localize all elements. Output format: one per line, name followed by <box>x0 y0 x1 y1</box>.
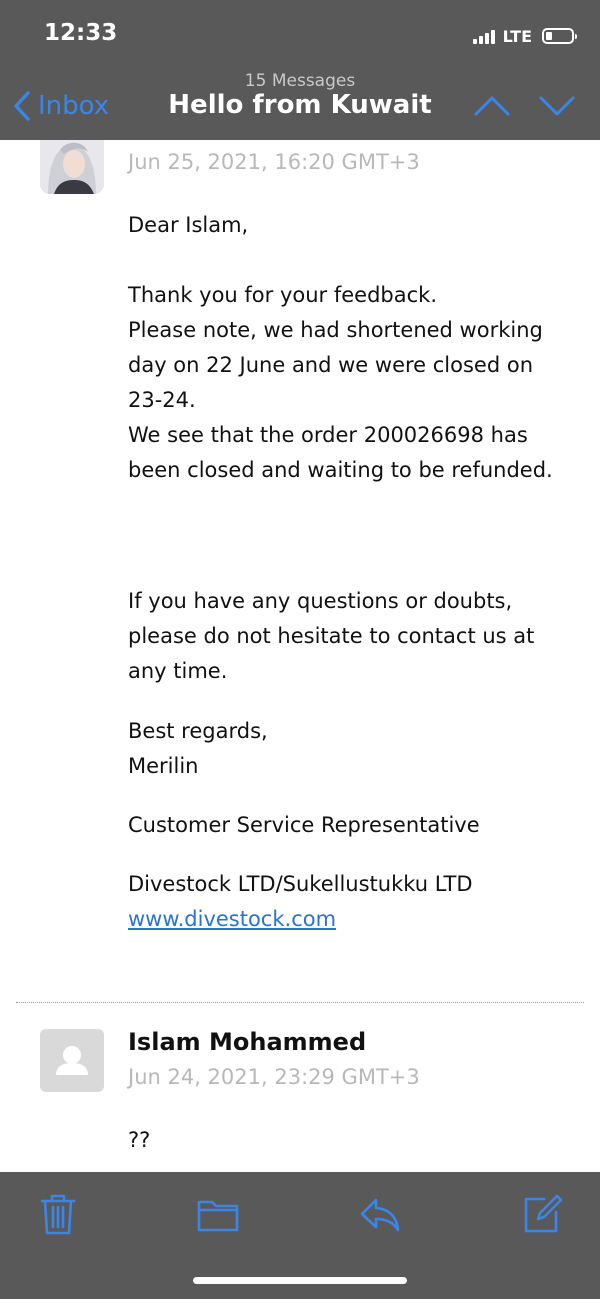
battery-icon <box>542 28 577 44</box>
trash-icon[interactable] <box>34 1190 82 1238</box>
message-date: Jun 25, 2021, 16:20 GMT+3 <box>128 150 420 174</box>
next-message-button[interactable] <box>537 90 577 122</box>
folder-icon[interactable] <box>194 1190 242 1238</box>
compose-icon[interactable] <box>518 1190 566 1238</box>
body-line: Thank you for your feedback. <box>128 283 438 307</box>
body-line: please do not hesitate to contact us at <box>128 624 535 648</box>
message-body: ?? <box>128 1123 588 1158</box>
website-link[interactable]: www.divestock.com <box>128 907 336 931</box>
message-count: 15 Messages <box>244 71 356 91</box>
body-line: Please note, we had shortened working <box>128 318 543 342</box>
sender-avatar-placeholder <box>40 1029 104 1092</box>
signature-block: Best regards, Merilin <box>128 714 588 784</box>
sender-name: Islam Mohammed <box>128 1028 367 1056</box>
signature-title: Customer Service Representative <box>128 808 588 843</box>
body-line: any time. <box>128 659 228 683</box>
sender-avatar <box>40 140 104 194</box>
message-divider <box>16 1002 584 1003</box>
previous-message-button[interactable] <box>472 90 512 122</box>
signal-strength-icon <box>472 28 495 44</box>
top-navigation-bar: 12:33 LTE Inbox 15 Messages Hello from K… <box>0 0 600 140</box>
body-line: 23-24. <box>128 388 196 412</box>
message-date: Jun 24, 2021, 23:29 GMT+3 <box>128 1065 420 1089</box>
message-paragraph: If you have any questions or doubts, ple… <box>128 584 588 689</box>
message-thread[interactable]: Jun 25, 2021, 16:20 GMT+3 Dear Islam, Th… <box>0 140 600 1172</box>
reply-icon[interactable] <box>356 1190 404 1238</box>
status-indicators: LTE <box>472 25 577 47</box>
body-line: day on 22 June and we were closed on <box>128 353 534 377</box>
status-time: 12:33 <box>44 20 118 46</box>
home-indicator[interactable] <box>193 1277 407 1284</box>
signature-name: Merilin <box>128 754 199 778</box>
body-line: been closed and waiting to be refunded. <box>128 458 553 482</box>
message-body: Dear Islam, <box>128 208 588 243</box>
company-block: Divestock LTD/Sukellustukku LTD www.dive… <box>128 867 588 937</box>
company-name: Divestock LTD/Sukellustukku LTD <box>128 872 473 896</box>
body-line: ?? <box>128 1128 151 1152</box>
greeting: Dear Islam, <box>128 213 249 237</box>
message-paragraph: Thank you for your feedback. Please note… <box>128 278 588 488</box>
closing: Best regards, <box>128 719 268 743</box>
body-line: If you have any questions or doubts, <box>128 589 513 613</box>
body-line: We see that the order 200026698 has <box>128 423 528 447</box>
network-type: LTE <box>502 26 532 46</box>
person-icon <box>56 1046 88 1075</box>
signature-title-text: Customer Service Representative <box>128 813 480 837</box>
